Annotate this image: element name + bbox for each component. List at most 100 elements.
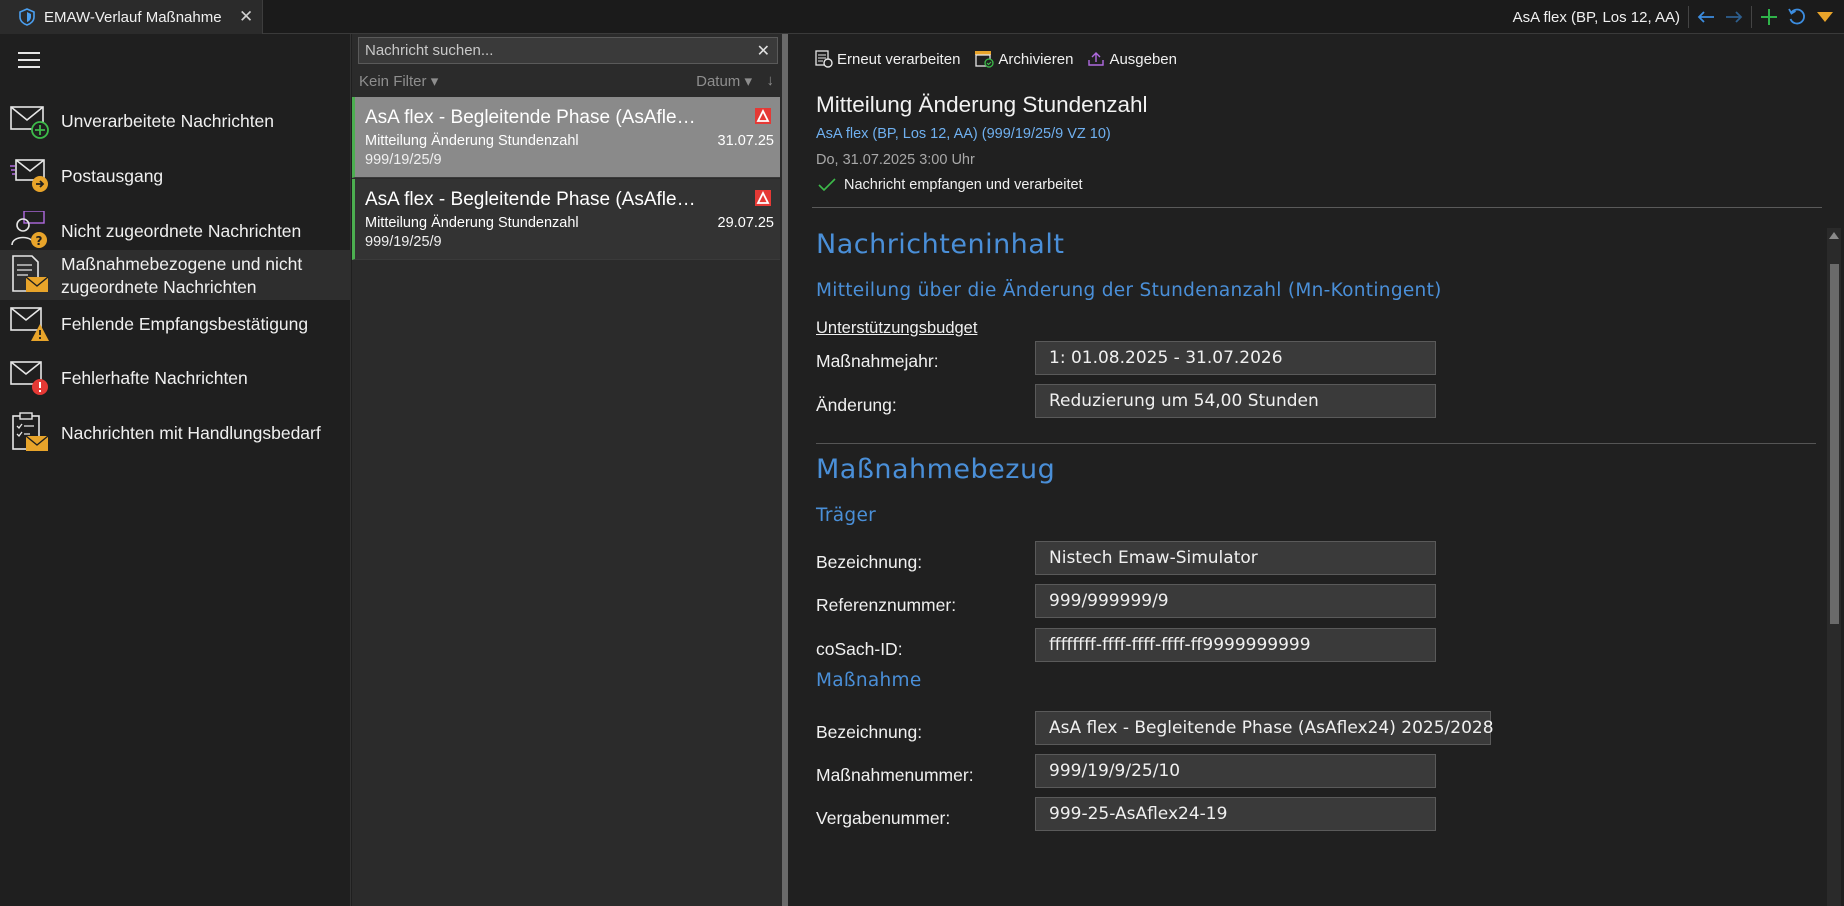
measure-link[interactable]: AsA flex (BP, Los 12, AA) (999/19/25/9 V… (816, 126, 1111, 142)
svg-text:?: ? (36, 234, 43, 248)
section-subheading: Mitteilung über die Änderung der Stunden… (816, 280, 1442, 301)
hamburger-menu-icon[interactable] (18, 52, 40, 70)
message-reference: 999/19/25/9 (365, 234, 442, 250)
message-date: 29.07.25 (717, 215, 774, 231)
field-label: Maßnahmejahr: (816, 351, 939, 371)
chevron-down-icon: ▾ (430, 73, 439, 90)
person-question-icon: ? (11, 211, 47, 248)
plus-icon[interactable] (1756, 5, 1782, 29)
tab-title: EMAW-Verlauf Maßnahme (44, 9, 222, 26)
mail-plus-icon (10, 106, 49, 139)
filter-dropdown[interactable]: Kein Filter ▾ (359, 72, 438, 90)
search-box: ✕ (358, 37, 778, 64)
nav-item-label: Fehlende Empfangsbestätigung (61, 314, 309, 334)
close-icon[interactable]: ✕ (239, 7, 253, 27)
nav-item-label: Maßnahmebezogene und nicht zugeordnete Na… (61, 253, 302, 299)
context-label: AsA flex (BP, Los 12, AA) (1512, 9, 1680, 26)
nav-item-label: Fehlerhafte Nachrichten (61, 368, 248, 388)
mail-warning-icon (10, 307, 49, 341)
message-title: AsA flex - Begleitende Phase (AsAflex24)… (365, 189, 705, 210)
field-value: 999/999999/9 (1035, 584, 1436, 618)
toolbar-separator (1688, 6, 1689, 28)
nav-item-postausgang[interactable]: Postausgang (0, 152, 351, 200)
triangle-down-icon[interactable] (1812, 5, 1838, 29)
nav-item-label: Nicht zugeordnete Nachrichten (61, 221, 302, 241)
field-value: Reduzierung um 54,00 Stunden (1035, 384, 1436, 418)
export-icon (1088, 52, 1105, 66)
nav-item-fehlerhafte[interactable]: Fehlerhafte Nachrichten (0, 354, 351, 402)
sort-direction-icon[interactable]: ↓ (767, 72, 775, 89)
top-bar: EMAW-Verlauf Maßnahme ✕ AsA flex (BP, Lo… (0, 0, 1844, 34)
message-date: 31.07.25 (717, 133, 774, 149)
message-list-item[interactable]: AsA flex - Begleitende Phase (AsAflex24)… (352, 97, 780, 178)
archive-label: Archivieren (998, 50, 1074, 68)
clear-search-icon[interactable]: ✕ (757, 41, 770, 61)
search-input[interactable] (365, 40, 745, 61)
nav-item-nicht-zugeordnete[interactable]: ? Nicht zugeordnete Nachrichten (0, 206, 351, 256)
toolbar-icons (1686, 5, 1838, 29)
tab-emaw-verlauf[interactable]: EMAW-Verlauf Maßnahme ✕ (0, 0, 263, 34)
field-label: Maßnahmenummer: (816, 765, 974, 785)
filter-label: Kein Filter (359, 73, 427, 90)
field-value: Nistech Emaw-Simulator (1035, 541, 1436, 575)
nav-item-label: Unverarbeitete Nachrichten (61, 111, 275, 131)
message-list-panel: ✕ Kein Filter ▾ Datum ▾ ↓ AsA flex - Beg… (352, 34, 782, 906)
message-status-text: Nachricht empfangen und verarbeitet (844, 177, 1083, 193)
message-reference: 999/19/25/9 (365, 152, 442, 168)
gear-doc-icon (815, 50, 833, 68)
nav-item-handlungsbedarf[interactable]: Nachrichten mit Handlungsbedarf (0, 408, 351, 458)
nav-item-label: Postausgang (61, 166, 164, 186)
field-value: 999-25-AsAflex24-19 (1035, 797, 1436, 831)
reprocess-label: Erneut verarbeiten (837, 50, 961, 68)
filter-bar: Kein Filter ▾ Datum ▾ ↓ (352, 70, 782, 92)
chevron-down-icon: ▾ (744, 73, 752, 90)
sort-dropdown[interactable]: Datum ▾ (696, 72, 752, 90)
field-label: Bezeichnung: (816, 722, 923, 742)
left-navigation: Unverarbeitete Nachrichten Postausgang ?… (0, 34, 351, 906)
shield-icon (19, 8, 35, 26)
field-label: Bezeichnung: (816, 552, 923, 572)
export-button[interactable]: Ausgeben (1087, 50, 1177, 68)
message-subject: Mitteilung Änderung Stundenzahl (365, 215, 579, 231)
nav-item-massnahmebezogene[interactable]: Maßnahmebezogene und nicht zugeordnete Na… (0, 250, 351, 300)
message-content: Nachrichteninhalt Mitteilung über die Än… (788, 210, 1824, 906)
agency-logo-icon (755, 108, 771, 124)
toolbar-separator (1751, 6, 1752, 28)
export-label: Ausgeben (1109, 50, 1177, 68)
nav-item-unverarbeitete[interactable]: Unverarbeitete Nachrichten (0, 97, 351, 145)
section-subheading: Träger (816, 505, 877, 526)
app-window: EMAW-Verlauf Maßnahme ✕ AsA flex (BP, Lo… (0, 0, 1844, 906)
arrow-right-icon[interactable] (1721, 5, 1747, 29)
message-status: Nachricht empfangen und verarbeitet (818, 177, 1083, 193)
field-label: Vergabenummer: (816, 808, 951, 828)
archive-button[interactable]: Archivieren (974, 50, 1073, 68)
document-mail-icon (12, 255, 49, 292)
header-divider (812, 207, 1822, 208)
message-subject: Mitteilung Änderung Stundenzahl (365, 133, 579, 149)
field-value: 999/19/9/25/10 (1035, 754, 1436, 788)
agency-logo-icon (755, 190, 771, 206)
field-value: 1: 01.08.2025 - 31.07.2026 (1035, 341, 1436, 375)
reprocess-button[interactable]: Erneut verarbeiten (815, 50, 960, 68)
nav-item-label-line2: zugeordnete Nachrichten (61, 277, 257, 297)
message-list-item[interactable]: AsA flex - Begleitende Phase (AsAflex24)… (352, 179, 780, 260)
field-value: ffffffff-ffff-ffff-ffff-ff9999999999 (1035, 628, 1436, 662)
message-detail-date: Do, 31.07.2025 3:00 Uhr (816, 152, 975, 168)
detail-actions: Erneut verarbeiten Archivieren Ausgeben (815, 50, 1177, 68)
check-icon (818, 178, 836, 192)
message-detail-panel: Erneut verarbeiten Archivieren Ausgeben (788, 34, 1844, 906)
message-title: AsA flex - Begleitende Phase (AsAflex24)… (365, 107, 705, 128)
scrollbar-thumb[interactable] (1830, 264, 1839, 624)
message-detail-title: Mitteilung Änderung Stundenzahl (816, 92, 1148, 117)
clipboard-mail-icon (12, 412, 49, 451)
section-heading: Nachrichteninhalt (816, 229, 1065, 260)
vertical-scrollbar[interactable] (1827, 228, 1841, 906)
refresh-icon[interactable] (1784, 5, 1810, 29)
group-label: Unterstützungsbudget (816, 319, 978, 337)
scroll-up-icon[interactable] (1829, 232, 1839, 239)
nav-item-label: Nachrichten mit Handlungsbedarf (61, 423, 321, 443)
mail-error-icon (10, 361, 48, 395)
arrow-left-icon[interactable] (1693, 5, 1719, 29)
nav-item-fehlende-empfangsbestaetigung[interactable]: Fehlende Empfangsbestätigung (0, 300, 351, 348)
field-value: AsA flex - Begleitende Phase (AsAflex24)… (1035, 711, 1494, 745)
